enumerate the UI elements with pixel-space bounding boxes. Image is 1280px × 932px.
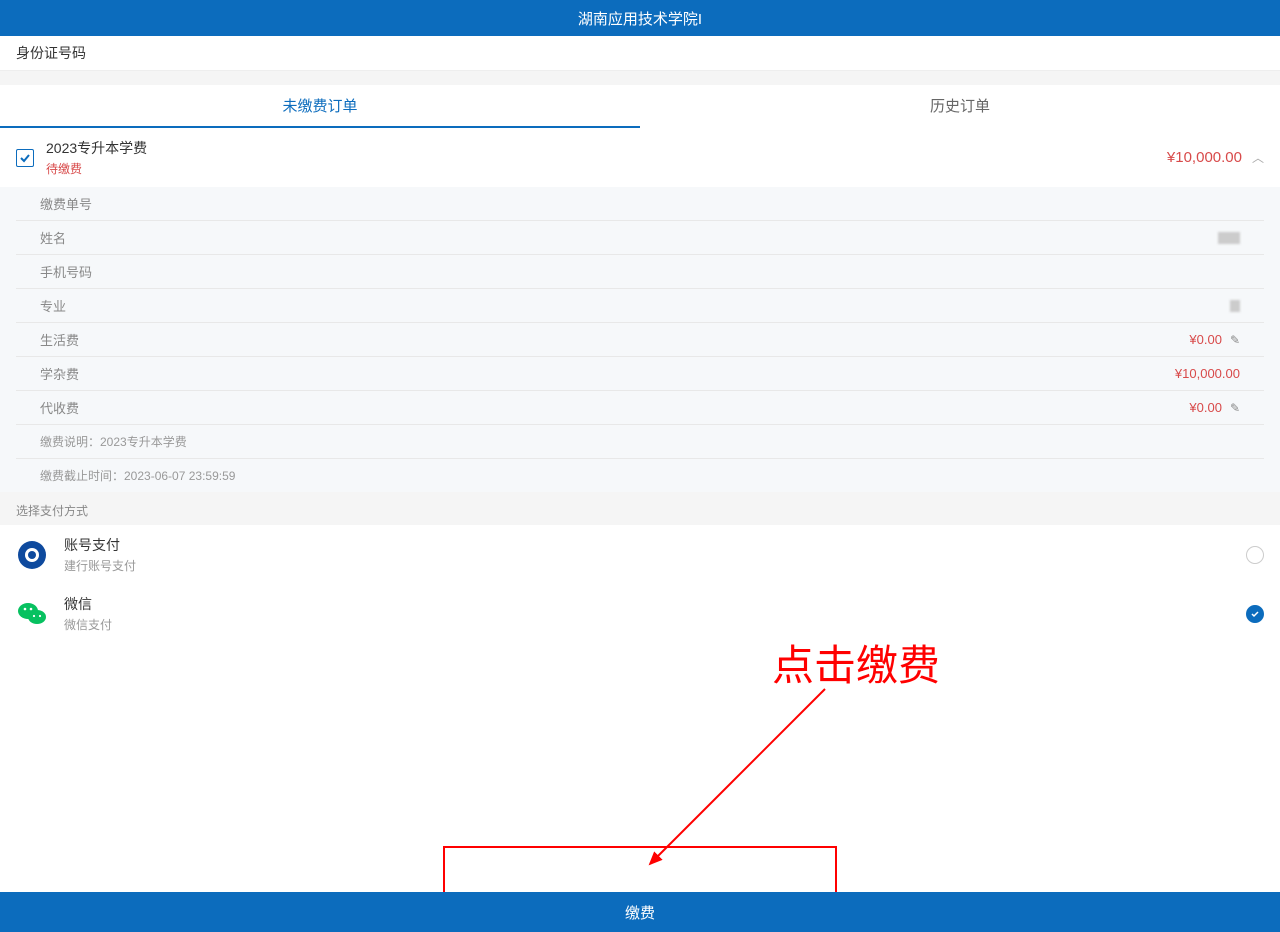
check-icon [19, 152, 31, 164]
payment-account-text: 账号支付 建行账号支付 [64, 535, 1246, 574]
payment-deadline: 缴费截止时间：2023-06-07 23:59:59 [16, 459, 1264, 492]
page-header: 湖南应用技术学院I [0, 0, 1280, 36]
major-value-blurred [1230, 300, 1240, 312]
detail-living-fee: 生活费 ¥0.00 ✎ [16, 323, 1264, 357]
order-tabs: 未缴费订单 历史订单 [0, 85, 1280, 128]
id-number-bar[interactable]: 身份证号码 [0, 36, 1280, 71]
detail-bill-no: 缴费单号 [16, 187, 1264, 221]
id-label: 身份证号码 [16, 43, 86, 63]
annotation-text: 点击缴费 [772, 632, 940, 693]
detail-phone: 手机号码 [16, 255, 1264, 289]
order-details: 缴费单号 姓名 手机号码 专业 生活费 ¥0.00 ✎ 学杂费 ¥10,000.… [0, 187, 1280, 492]
detail-name: 姓名 [16, 221, 1264, 255]
pay-button[interactable]: 缴费 [0, 892, 1280, 932]
tab-unpaid[interactable]: 未缴费订单 [0, 85, 640, 128]
order-header[interactable]: 2023专升本学费 待缴费 ¥10,000.00 ︿ [0, 128, 1280, 187]
edit-icon[interactable]: ✎ [1230, 401, 1240, 415]
radio-unchecked[interactable] [1246, 546, 1264, 564]
edit-icon[interactable]: ✎ [1230, 333, 1240, 347]
payment-section-label: 选择支付方式 [0, 492, 1280, 525]
order-title-box: 2023专升本学费 待缴费 [46, 138, 1167, 177]
wechat-icon [16, 598, 48, 630]
annotation-arrow [640, 684, 840, 874]
order-title: 2023专升本学费 [46, 138, 1167, 158]
detail-major: 专业 [16, 289, 1264, 323]
payment-wechat-text: 微信 微信支付 [64, 594, 1246, 633]
payment-option-account[interactable]: 账号支付 建行账号支付 [0, 525, 1280, 584]
detail-tuition-fee: 学杂费 ¥10,000.00 [16, 357, 1264, 391]
order-amount: ¥10,000.00 [1167, 149, 1242, 166]
order-status: 待缴费 [46, 160, 1167, 177]
payment-desc: 缴费说明：2023专升本学费 [16, 425, 1264, 459]
order-checkbox[interactable] [16, 149, 34, 167]
radio-checked[interactable] [1246, 605, 1264, 623]
tab-history[interactable]: 历史订单 [640, 85, 1280, 128]
section-gap [0, 71, 1280, 85]
detail-collect-fee: 代收费 ¥0.00 ✎ [16, 391, 1264, 425]
chevron-up-icon: ︿ [1252, 149, 1264, 166]
header-title: 湖南应用技术学院I [578, 8, 702, 29]
ccb-icon [16, 539, 48, 571]
name-value-blurred [1218, 232, 1240, 244]
payment-option-wechat[interactable]: 微信 微信支付 [0, 584, 1280, 643]
